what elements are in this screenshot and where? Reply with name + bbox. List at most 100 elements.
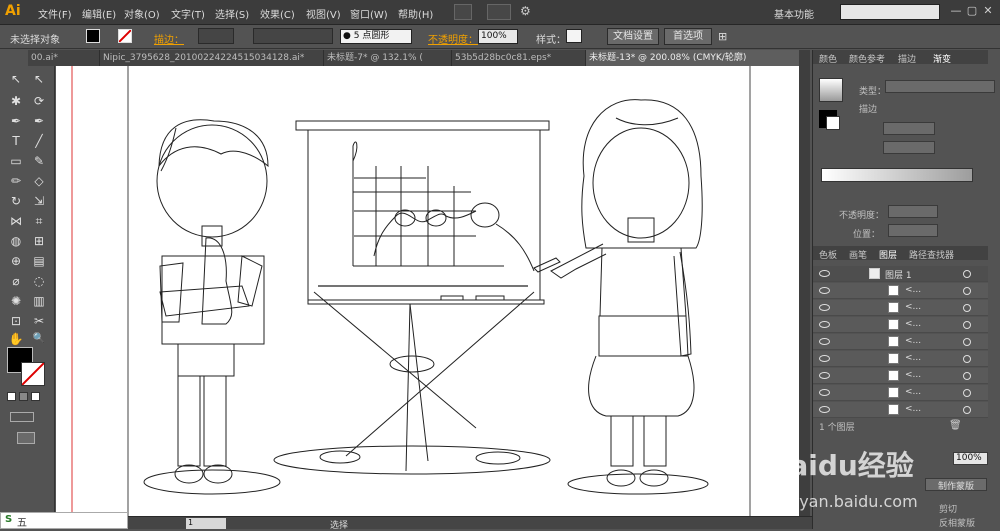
lasso-icon[interactable]: ⟳ — [30, 92, 48, 110]
visibility-eye-icon[interactable] — [819, 389, 830, 396]
stroke-color-box[interactable] — [21, 362, 45, 386]
workspace-switcher[interactable]: 基本功能 — [774, 6, 814, 21]
perspective-icon[interactable]: ⊞ — [30, 232, 48, 250]
fill-swatch[interactable] — [86, 29, 100, 43]
sublayer-target-icon[interactable] — [963, 389, 971, 397]
mesh-icon[interactable]: ⊕ — [7, 252, 25, 270]
sublayer-name[interactable]: <... — [905, 302, 921, 312]
stroke-weight-field[interactable] — [198, 28, 234, 44]
brush-definition-field[interactable]: ● 5 点圆形 — [340, 29, 412, 44]
visibility-eye-icon[interactable] — [819, 321, 830, 328]
sublayer-name[interactable]: <... — [905, 404, 921, 414]
color-mode-icon[interactable] — [7, 392, 16, 401]
visibility-eye-icon[interactable] — [819, 372, 830, 379]
maximize-button[interactable]: ▢ — [964, 3, 980, 19]
tab-gradient[interactable]: 渐变 — [933, 52, 951, 65]
ime-mode-label[interactable]: 五 — [17, 514, 27, 529]
menu-object[interactable]: 对象(O) — [124, 6, 160, 21]
sublayer-row[interactable]: <... — [813, 402, 988, 418]
menu-select[interactable]: 选择(S) — [215, 6, 249, 21]
gradient-position-field[interactable] — [888, 224, 938, 237]
pen-icon[interactable]: ✒ — [7, 112, 25, 130]
sublayer-name[interactable]: <... — [905, 370, 921, 380]
sublayer-target-icon[interactable] — [963, 287, 971, 295]
sublayer-row[interactable]: <... — [813, 385, 988, 401]
stroke-swatch[interactable] — [118, 29, 132, 43]
tab-document-4[interactable]: 53b5d28bc0c81.eps* — [452, 50, 586, 66]
pencil-icon[interactable]: ✏ — [7, 172, 25, 190]
menu-type[interactable]: 文字(T) — [171, 6, 205, 21]
opacity-label[interactable]: 不透明度： — [428, 31, 478, 46]
search-input[interactable] — [840, 4, 940, 20]
type-icon[interactable]: T — [7, 132, 25, 150]
eyedropper-icon[interactable]: ⌀ — [7, 272, 25, 290]
blend-icon[interactable]: ◌ — [30, 272, 48, 290]
sublayer-row[interactable]: <... — [813, 368, 988, 384]
gradient-slider[interactable] — [821, 168, 973, 182]
sublayer-row[interactable]: <... — [813, 317, 988, 333]
preferences-button[interactable]: 首选项 — [664, 28, 712, 45]
none-mode-icon[interactable] — [31, 392, 40, 401]
arrange-icon[interactable]: ⊞ — [718, 30, 727, 43]
sublayer-name[interactable]: <... — [905, 285, 921, 295]
tab-color[interactable]: 颜色 — [819, 52, 837, 65]
tab-document-active[interactable]: 未标题-13* @ 200.08% (CMYK/轮廓) — [586, 50, 810, 66]
sublayer-row[interactable]: <... — [813, 334, 988, 350]
tab-swatches[interactable]: 色板 — [819, 248, 837, 261]
menu-window[interactable]: 窗口(W) — [350, 6, 388, 21]
menu-effect[interactable]: 效果(C) — [260, 6, 295, 21]
gpu-performance-icon[interactable]: ⚙ — [520, 4, 536, 20]
gradient-opacity-field[interactable] — [888, 205, 938, 218]
sublayer-target-icon[interactable] — [963, 406, 971, 414]
sublayer-target-icon[interactable] — [963, 321, 971, 329]
sublayer-target-icon[interactable] — [963, 355, 971, 363]
gradient-type-select[interactable] — [885, 80, 995, 93]
layer-row-parent[interactable]: 图层 1 — [813, 266, 988, 282]
slice-icon[interactable]: ✂ — [30, 312, 48, 330]
tab-pathfinder[interactable]: 路径查找器 — [909, 248, 954, 261]
menu-edit[interactable]: 编辑(E) — [82, 6, 116, 21]
visibility-eye-icon[interactable] — [819, 338, 830, 345]
direct-selection-icon[interactable]: ↖ — [30, 70, 48, 88]
minimize-button[interactable]: — — [948, 3, 964, 19]
sublayer-row[interactable]: <... — [813, 283, 988, 299]
visibility-eye-icon[interactable] — [819, 304, 830, 311]
screen-mode-icon[interactable] — [17, 432, 35, 444]
artboard-icon[interactable]: ⊡ — [7, 312, 25, 330]
zoom-icon[interactable]: 🔍 — [30, 330, 48, 348]
sublayer-name[interactable]: <... — [905, 319, 921, 329]
hand-icon[interactable]: ✋ — [7, 330, 25, 348]
artboard-navigation-field[interactable]: 1 — [186, 518, 226, 529]
tab-color-guide[interactable]: 颜色参考 — [849, 52, 885, 65]
draw-mode-icon[interactable] — [10, 412, 34, 422]
tab-document-3[interactable]: 未标题-7* @ 132.1% ( — [324, 50, 452, 66]
visibility-eye-icon[interactable] — [819, 355, 830, 362]
menu-help[interactable]: 帮助(H) — [398, 6, 433, 21]
sublayer-name[interactable]: <... — [905, 336, 921, 346]
tab-layers[interactable]: 图层 — [879, 248, 897, 261]
graphic-style-swatch[interactable] — [566, 29, 582, 43]
gradient-stroke-box[interactable] — [826, 116, 840, 130]
sublayer-target-icon[interactable] — [963, 338, 971, 346]
sublayer-row[interactable]: <... — [813, 300, 988, 316]
variable-width-profile-field[interactable] — [253, 28, 333, 44]
symbol-sprayer-icon[interactable]: ✺ — [7, 292, 25, 310]
tab-stroke[interactable]: 描边 — [898, 52, 916, 65]
sublayer-target-icon[interactable] — [963, 304, 971, 312]
opacity-input[interactable]: 100% — [478, 29, 518, 44]
visibility-eye-icon[interactable] — [819, 287, 830, 294]
menu-view[interactable]: 视图(V) — [306, 6, 341, 21]
visibility-eye-icon[interactable] — [819, 270, 830, 277]
column-graph-icon[interactable]: ▥ — [30, 292, 48, 310]
visibility-eye-icon[interactable] — [819, 406, 830, 413]
sublayer-name[interactable]: <... — [905, 353, 921, 363]
stroke-label[interactable]: 描边： — [154, 31, 184, 46]
gradient-preview-swatch[interactable] — [819, 78, 843, 102]
line-icon[interactable]: ╱ — [30, 132, 48, 150]
eraser-icon[interactable]: ◇ — [30, 172, 48, 190]
artboard-canvas[interactable] — [56, 66, 810, 516]
sublayer-target-icon[interactable] — [963, 372, 971, 380]
paintbrush-icon[interactable]: ✎ — [30, 152, 48, 170]
arrange-documents-icon[interactable] — [487, 4, 511, 20]
selection-icon[interactable]: ↖ — [7, 70, 25, 88]
